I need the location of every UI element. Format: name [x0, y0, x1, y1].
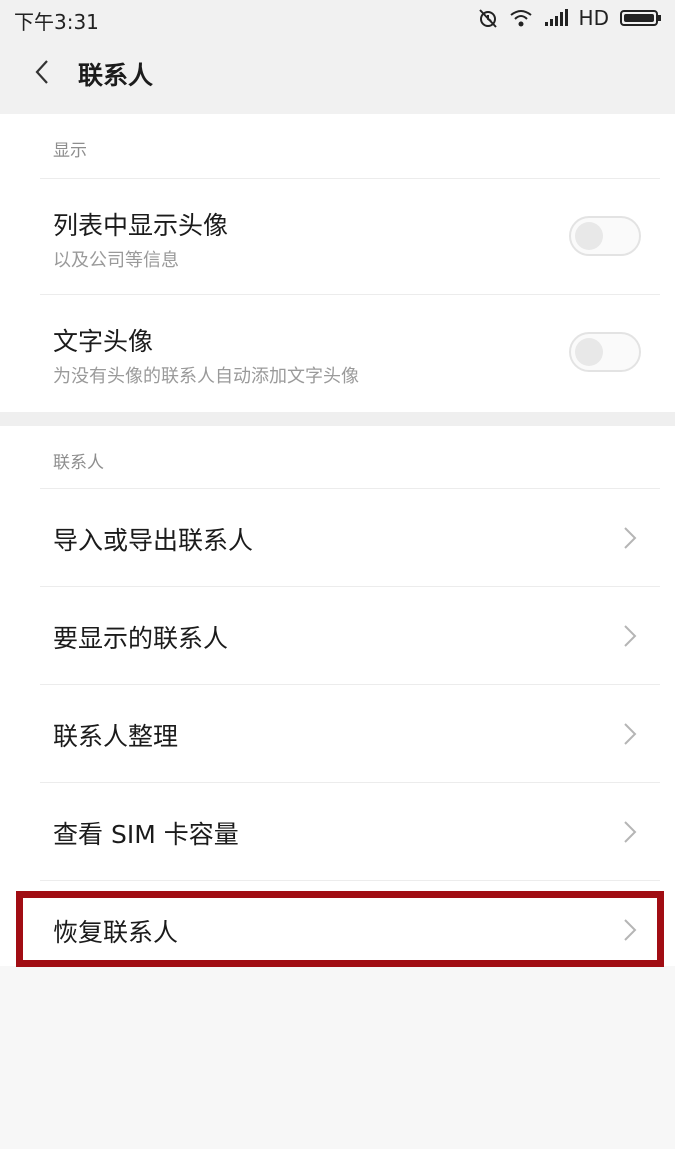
setting-row-text-avatar[interactable]: 文字头像 为没有头像的联系人自动添加文字头像	[0, 294, 675, 410]
menu-item-label: 查看 SIM 卡容量	[53, 820, 239, 849]
menu-item-contacts-to-display[interactable]: 要显示的联系人	[0, 586, 675, 684]
status-icons: HD	[477, 4, 663, 32]
contacts-section: 联系人 导入或导出联系人 要显示的联系人 联系人整理 查看 SIM 卡容量 恢复…	[0, 426, 675, 966]
highlight-box	[16, 891, 664, 967]
menu-item-label: 联系人整理	[53, 722, 179, 751]
display-section: 显示 列表中显示头像 以及公司等信息 文字头像 为没有头像的联系人自动添加文字头…	[0, 114, 675, 412]
signal-icon	[543, 8, 569, 28]
section-header-contacts: 联系人	[53, 453, 104, 473]
page-title: 联系人	[78, 61, 154, 90]
network-type: HD	[578, 6, 609, 30]
chevron-right-icon	[622, 526, 638, 550]
setting-row-show-avatar[interactable]: 列表中显示头像 以及公司等信息	[0, 178, 675, 294]
setting-title: 文字头像	[53, 327, 154, 356]
menu-item-label: 要显示的联系人	[53, 624, 229, 653]
setting-title: 列表中显示头像	[53, 211, 229, 240]
status-time: 下午3:31	[14, 10, 99, 34]
setting-subtitle: 为没有头像的联系人自动添加文字头像	[53, 366, 359, 387]
toggle-knob	[575, 222, 603, 250]
section-header-display: 显示	[53, 141, 87, 161]
section-gap	[0, 412, 675, 426]
chevron-left-icon	[32, 58, 52, 90]
toggle-knob	[575, 338, 603, 366]
wifi-icon	[509, 8, 533, 28]
empty-area	[0, 966, 675, 1149]
battery-icon	[619, 8, 663, 28]
chevron-right-icon	[622, 820, 638, 844]
back-button[interactable]	[22, 54, 62, 94]
status-bar: 下午3:31 HD	[0, 0, 675, 36]
menu-item-import-export[interactable]: 导入或导出联系人	[0, 488, 675, 586]
show-avatar-toggle[interactable]	[569, 216, 641, 256]
setting-subtitle: 以及公司等信息	[53, 250, 179, 271]
text-avatar-toggle[interactable]	[569, 332, 641, 372]
menu-item-label: 导入或导出联系人	[53, 526, 254, 555]
chevron-right-icon	[622, 624, 638, 648]
chevron-right-icon	[622, 722, 638, 746]
nav-bar: 联系人	[0, 36, 675, 114]
alarm-icon	[477, 7, 499, 29]
menu-item-organize-contacts[interactable]: 联系人整理	[0, 684, 675, 782]
menu-item-sim-capacity[interactable]: 查看 SIM 卡容量	[0, 782, 675, 880]
